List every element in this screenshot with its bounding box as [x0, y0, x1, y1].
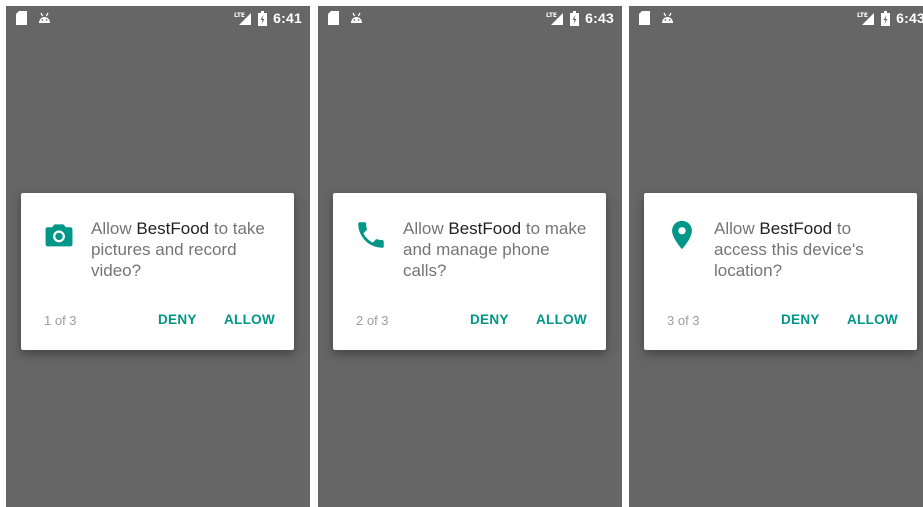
- status-bar: LTE 6:43: [318, 6, 622, 32]
- permission-counter: 1 of 3: [44, 313, 77, 328]
- message-prefix: Allow: [91, 219, 137, 238]
- battery-charging-icon: [570, 10, 580, 26]
- lte-signal-icon: LTE: [546, 12, 564, 25]
- sd-card-icon: [16, 11, 27, 25]
- app-name: BestFood: [136, 219, 210, 238]
- message-prefix: Allow: [714, 219, 760, 238]
- app-name: BestFood: [448, 219, 522, 238]
- lte-signal-icon: LTE: [857, 12, 875, 25]
- allow-button[interactable]: ALLOW: [847, 312, 898, 327]
- app-name: BestFood: [759, 219, 833, 238]
- permission-counter: 3 of 3: [667, 313, 700, 328]
- permission-message: Allow BestFood to take pictures and reco…: [91, 218, 283, 281]
- lte-signal-icon: LTE: [234, 12, 252, 25]
- permission-message: Allow BestFood to make and manage phone …: [403, 218, 595, 281]
- battery-charging-icon: [881, 10, 891, 26]
- status-clock: 6:43: [896, 10, 923, 26]
- svg-text:LTE: LTE: [234, 12, 245, 19]
- android-icon: [351, 12, 362, 23]
- deny-button[interactable]: DENY: [158, 312, 197, 327]
- battery-charging-icon: [258, 10, 268, 26]
- allow-button[interactable]: ALLOW: [224, 312, 275, 327]
- status-clock: 6:41: [273, 10, 302, 26]
- deny-button[interactable]: DENY: [781, 312, 820, 327]
- permission-dialog: Allow BestFood to make and manage phone …: [333, 193, 606, 350]
- svg-text:LTE: LTE: [546, 12, 557, 19]
- phone-icon: [358, 222, 384, 248]
- permission-dialog: Allow BestFood to access this device's l…: [644, 193, 917, 350]
- camera-icon: [45, 224, 73, 247]
- android-icon: [39, 12, 50, 23]
- status-bar: LTE 6:41: [6, 6, 310, 32]
- location-pin-icon: [672, 220, 692, 250]
- phone-screen-1: LTE 6:41 Allow BestFood to take pictures…: [6, 6, 310, 507]
- permission-dialog: Allow BestFood to take pictures and reco…: [21, 193, 294, 350]
- allow-button[interactable]: ALLOW: [536, 312, 587, 327]
- permission-counter: 2 of 3: [356, 313, 389, 328]
- status-bar: LTE 6:43: [629, 6, 923, 32]
- svg-text:LTE: LTE: [857, 12, 868, 19]
- sd-card-icon: [639, 11, 650, 25]
- phone-screen-2: LTE 6:43 Allow BestFood to make and mana…: [318, 6, 622, 507]
- android-icon: [662, 12, 673, 23]
- permission-message: Allow BestFood to access this device's l…: [714, 218, 906, 281]
- deny-button[interactable]: DENY: [470, 312, 509, 327]
- phone-screen-3: LTE 6:43 Allow BestFood to access this d…: [629, 6, 923, 507]
- sd-card-icon: [328, 11, 339, 25]
- message-prefix: Allow: [403, 219, 449, 238]
- status-clock: 6:43: [585, 10, 614, 26]
